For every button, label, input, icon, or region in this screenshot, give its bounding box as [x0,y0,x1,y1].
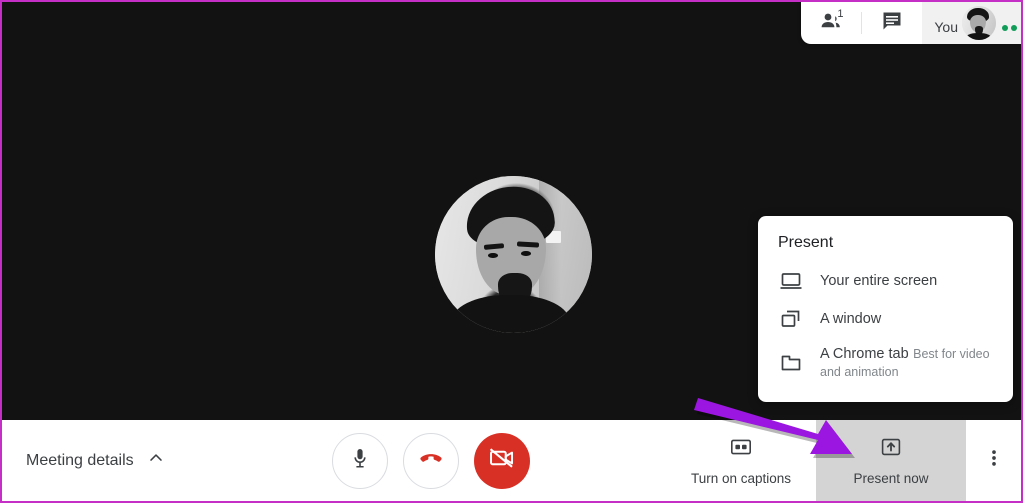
meeting-details-label: Meeting details [26,451,134,469]
avatar-shirt [964,32,992,40]
avatar-photo [435,176,592,333]
turn-on-captions-label: Turn on captions [690,471,792,486]
more-vertical-icon [983,447,1005,474]
top-right-toolbar: 1 You [801,2,1021,44]
avatar [962,6,996,40]
right-controls: Turn on captions Present now [666,420,1021,501]
present-option-label: Your entire screen [820,273,938,289]
call-controls [332,432,530,489]
present-option-entire-screen[interactable]: Your entire screen [758,262,1013,300]
people-button[interactable]: 1 [801,2,861,44]
present-now-label: Present now [853,471,929,486]
present-upload-icon [879,435,903,464]
closed-captions-icon [729,435,753,464]
camera-button[interactable] [474,432,530,489]
present-menu: Present Your entire screen A window A Ch… [758,216,1013,402]
present-option-text: Your entire screen [820,272,937,290]
browser-tab-icon [778,351,804,375]
present-option-text: A window [820,310,881,328]
avatar-photo-eye-left [488,252,498,258]
present-now-button[interactable]: Present now [816,420,966,501]
window-icon [778,307,804,331]
present-option-a-window[interactable]: A window [758,300,1013,338]
present-option-label: A Chrome tab [820,346,909,362]
participant-avatar [435,176,592,333]
present-option-text: A Chrome tab Best for video and animatio… [820,345,993,381]
hang-up-button[interactable] [403,432,459,489]
google-meet-window: 1 You Present Your entire screen A windo… [0,0,1023,503]
present-option-chrome-tab[interactable]: A Chrome tab Best for video and animatio… [758,338,1013,388]
self-view-tile[interactable]: You [922,2,1021,44]
present-option-label: A window [820,311,882,327]
avatar-photo-eye-right [521,251,531,257]
mic-activity-dots-icon [1002,25,1017,31]
screen-icon [778,269,804,293]
bottom-toolbar: Meeting details Turn on captions Present… [2,420,1021,501]
chat-button[interactable] [862,2,922,44]
turn-on-captions-button[interactable]: Turn on captions [666,420,816,501]
present-menu-title: Present [778,234,834,251]
self-view-label: You [934,19,958,35]
phone-hangup-icon [418,445,444,476]
microphone-button[interactable] [332,432,388,489]
meeting-details-button[interactable]: Meeting details [2,448,332,473]
more-options-button[interactable] [966,420,1021,501]
microphone-icon [348,446,372,475]
chevron-up-icon [146,448,166,473]
camera-off-icon [488,444,516,477]
chat-icon [880,9,904,38]
people-count-badge: 1 [837,8,844,20]
